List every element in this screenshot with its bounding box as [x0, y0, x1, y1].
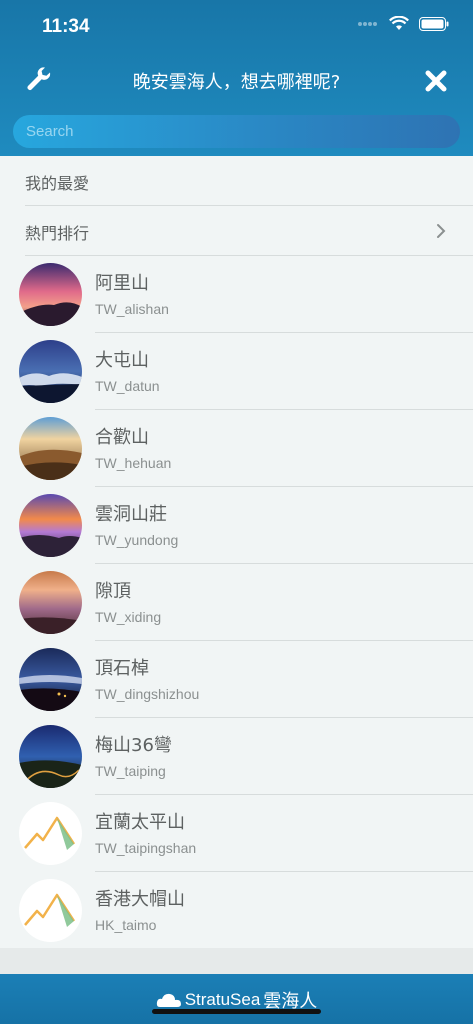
xiding-thumbnail [19, 571, 82, 634]
status-time: 11:34 [42, 16, 90, 37]
list-item[interactable]: 梅山36彎 TW_taiping [0, 718, 473, 795]
place-code: HK_taimo [95, 917, 157, 933]
cellular-signal-icon [358, 21, 377, 26]
list-item[interactable]: 阿里山 TW_alishan [0, 256, 473, 333]
search-bar [13, 115, 460, 148]
mountain-logo-icon [19, 879, 82, 942]
mountain-logo-icon [19, 802, 82, 865]
wifi-icon [389, 16, 409, 30]
place-name: 宜蘭太平山 [95, 812, 185, 833]
place-name: 香港大帽山 [95, 889, 185, 910]
place-name: 阿里山 [95, 273, 149, 294]
footer-banner: StratuSea 雲海人 [0, 974, 473, 1024]
datun-thumbnail [19, 340, 82, 403]
favorites-row[interactable]: 我的最愛 [25, 156, 473, 206]
list-item[interactable]: 隙頂 TW_xiding [0, 564, 473, 641]
battery-icon [419, 16, 449, 31]
list-item[interactable]: 香港大帽山 HK_taimo [0, 872, 473, 949]
place-code: TW_taiping [95, 763, 166, 779]
dingshizhou-thumbnail [19, 648, 82, 711]
place-code: TW_xiding [95, 609, 162, 625]
alishan-thumbnail [19, 263, 82, 326]
popular-ranking-row[interactable]: 熱門排行 [25, 206, 473, 256]
place-code: TW_alishan [95, 301, 169, 317]
place-name: 雲洞山莊 [95, 504, 167, 525]
place-code: TW_taipingshan [95, 840, 197, 856]
nav-bar: 晚安雲海人，想去哪裡呢? [0, 56, 473, 106]
place-code: TW_datun [95, 378, 160, 394]
home-indicator[interactable] [152, 1009, 321, 1014]
search-input[interactable] [13, 115, 460, 148]
list-item[interactable]: 大屯山 TW_datun [0, 333, 473, 410]
hehuan-thumbnail [19, 417, 82, 480]
chevron-right-icon [437, 224, 446, 238]
close-icon[interactable] [423, 68, 449, 94]
cloud-logo-icon [156, 993, 181, 1007]
app-header: 11:34 晚安雲海人，想去哪裡呢? [0, 0, 473, 156]
list-end-spacer [0, 948, 473, 974]
place-name: 合歡山 [95, 427, 149, 448]
place-code: TW_hehuan [95, 455, 172, 471]
taiping-thumbnail [19, 725, 82, 788]
list-item[interactable]: 頂石棹 TW_dingshizhou [0, 641, 473, 718]
status-icons [357, 16, 449, 31]
place-name: 梅山36彎 [95, 735, 172, 756]
list-item[interactable]: 合歡山 TW_hehuan [0, 410, 473, 487]
place-name: 大屯山 [95, 350, 149, 371]
list-item[interactable]: 宜蘭太平山 TW_taipingshan [0, 795, 473, 872]
place-code: TW_dingshizhou [95, 686, 200, 702]
favorites-label: 我的最愛 [25, 174, 90, 193]
popular-ranking-label: 熱門排行 [25, 224, 90, 243]
list-item[interactable]: 雲洞山莊 TW_yundong [0, 487, 473, 564]
yundong-thumbnail [19, 494, 82, 557]
status-bar: 11:34 [0, 0, 473, 52]
place-name: 頂石棹 [95, 658, 149, 679]
place-name: 隙頂 [95, 581, 131, 602]
place-code: TW_yundong [95, 532, 179, 548]
brand-name-en: StratuSea [184, 990, 261, 1009]
destination-list: 我的最愛 熱門排行 阿里山 TW_alishan 大屯山 TW_datun 合歡… [0, 156, 473, 949]
page-title: 晚安雲海人，想去哪裡呢? [132, 72, 341, 93]
